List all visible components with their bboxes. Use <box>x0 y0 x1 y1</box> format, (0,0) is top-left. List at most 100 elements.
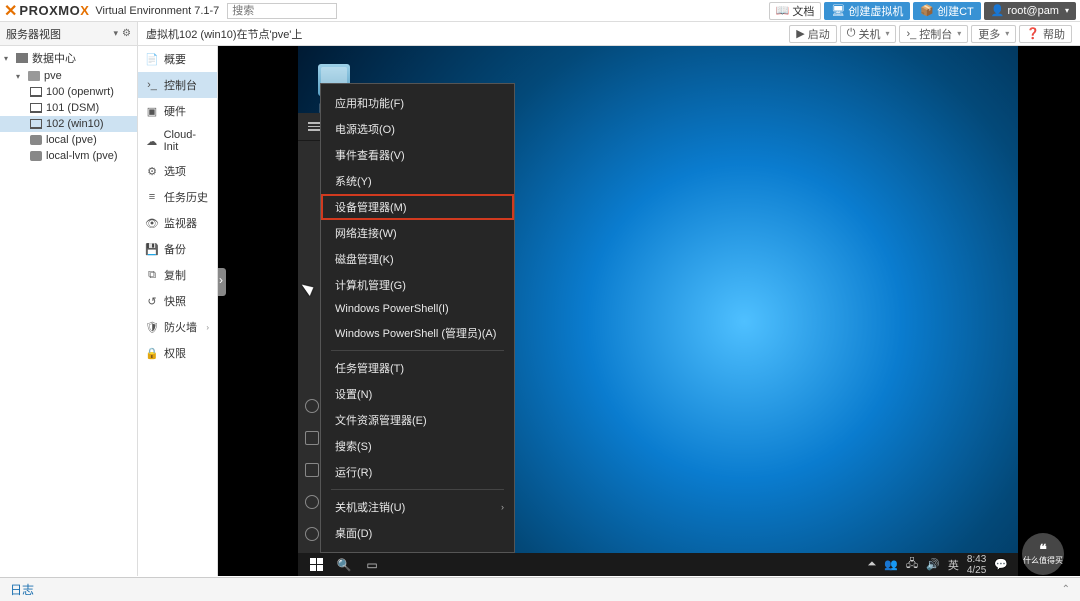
network-icon[interactable]: 🖧 <box>906 555 918 574</box>
gear-icon: ⚙ <box>122 28 131 39</box>
ctx-settings[interactable]: 设置(N) <box>321 381 514 407</box>
submenu-options[interactable]: ⚙选项 <box>138 158 217 184</box>
taskbar-search[interactable]: 🔍 <box>330 553 358 576</box>
vm-submenu: 📄概要 ›_控制台 ▣硬件 ☁Cloud-Init ⚙选项 ≡任务历史 👁监视器… <box>138 46 218 576</box>
chevron-down-icon: ▾ <box>114 28 119 39</box>
search-icon: 🔍 <box>337 558 352 572</box>
ctx-search[interactable]: 搜索(S) <box>321 433 514 459</box>
ctx-run[interactable]: 运行(R) <box>321 459 514 485</box>
start-button[interactable] <box>302 553 330 576</box>
view-selector[interactable]: 服务器视图▾⚙ <box>0 22 138 45</box>
breadcrumb: 虚拟机102 (win10)在节点'pve'上 <box>146 26 302 42</box>
ctx-power-options[interactable]: 电源选项(O) <box>321 116 514 142</box>
tree-storage-local-lvm[interactable]: local-lvm (pve) <box>0 148 137 164</box>
taskbar-clock[interactable]: 8:43 4/25 <box>967 554 986 576</box>
ctx-task-manager[interactable]: 任务管理器(T) <box>321 355 514 381</box>
top-header: ✕ PROXMOX Virtual Environment 7.1-7 📖文档 … <box>0 0 1080 22</box>
winx-context-menu: 应用和功能(F) 电源选项(O) 事件查看器(V) 系统(Y) 设备管理器(M)… <box>320 83 515 553</box>
resource-tree: ▾数据中心 ▾pve 100 (openwrt) 101 (DSM) 102 (… <box>0 46 138 576</box>
submenu-replication[interactable]: ⧉复制 <box>138 262 217 288</box>
save-icon: 💾 <box>146 243 158 255</box>
console-button[interactable]: ›_控制台▾ <box>899 25 968 43</box>
menu-separator <box>331 489 504 490</box>
notification-icon[interactable]: 💬 <box>994 558 1008 571</box>
ctx-system[interactable]: 系统(Y) <box>321 168 514 194</box>
pictures-icon[interactable] <box>305 463 319 477</box>
ctx-event-viewer[interactable]: 事件查看器(V) <box>321 142 514 168</box>
ctx-computer-management[interactable]: 计算机管理(G) <box>321 272 514 298</box>
ctx-apps-features[interactable]: 应用和功能(F) <box>321 90 514 116</box>
user-icon[interactable] <box>305 399 319 413</box>
submenu-summary[interactable]: 📄概要 <box>138 46 217 72</box>
ctx-desktop[interactable]: 桌面(D) <box>321 520 514 546</box>
tray-chevron-icon[interactable]: ⏶ <box>867 558 876 571</box>
main-area: ▾数据中心 ▾pve 100 (openwrt) 101 (DSM) 102 (… <box>0 46 1080 576</box>
tree-vm-102[interactable]: 102 (win10) <box>0 116 137 132</box>
ctx-disk-management[interactable]: 磁盘管理(K) <box>321 246 514 272</box>
hamburger-icon[interactable] <box>308 122 320 131</box>
ctx-powershell-admin[interactable]: Windows PowerShell (管理员)(A) <box>321 320 514 346</box>
submenu-hardware[interactable]: ▣硬件 <box>138 98 217 124</box>
note-icon: 📄 <box>146 53 158 65</box>
ctx-powershell[interactable]: Windows PowerShell(I) <box>321 298 514 320</box>
tree-datacenter[interactable]: ▾数据中心 <box>0 48 137 68</box>
more-button[interactable]: 更多▾ <box>971 25 1016 43</box>
ime-indicator[interactable]: 英 <box>948 557 959 573</box>
tree-vm-100[interactable]: 100 (openwrt) <box>0 84 137 100</box>
documents-icon[interactable] <box>305 431 319 445</box>
submenu-snapshot[interactable]: ↺快照 <box>138 288 217 314</box>
breadcrumb-bar: 虚拟机102 (win10)在节点'pve'上 ▶启动 ⏻关机▾ ›_控制台▾ … <box>138 22 1080 45</box>
disk-icon <box>30 135 42 145</box>
create-vm-button[interactable]: 🖥创建虚拟机 <box>824 2 910 20</box>
vm-console[interactable]: 回收站 S 应用和功能(F) 电源选项( <box>218 46 1080 576</box>
log-bar[interactable]: 日志 ⌃ <box>0 577 1080 601</box>
quote-icon: ❝ <box>1039 542 1047 557</box>
server-icon <box>28 71 40 81</box>
ctx-device-manager[interactable]: 设备管理器(M) <box>321 194 514 220</box>
log-label: 日志 <box>10 581 34 598</box>
tree-vm-101[interactable]: 101 (DSM) <box>0 100 137 116</box>
create-ct-button[interactable]: 📦创建CT <box>913 2 980 20</box>
tree-storage-local[interactable]: local (pve) <box>0 132 137 148</box>
monitor-icon <box>30 103 42 113</box>
collapse-handle[interactable] <box>218 268 226 296</box>
terminal-icon: ›_ <box>906 28 916 40</box>
ctx-file-explorer[interactable]: 文件资源管理器(E) <box>321 407 514 433</box>
env-version: Virtual Environment 7.1-7 <box>95 5 219 17</box>
search-input[interactable] <box>227 3 337 19</box>
monitor-icon <box>30 119 42 129</box>
settings-icon[interactable] <box>305 495 319 509</box>
chevron-right-icon: › <box>501 502 504 512</box>
user-menu[interactable]: 👤root@pam▾ <box>984 2 1076 20</box>
help-button[interactable]: ❓帮助 <box>1019 25 1072 43</box>
submenu-backup[interactable]: 💾备份 <box>138 236 217 262</box>
submenu-task-history[interactable]: ≡任务历史 <box>138 184 217 210</box>
vm-desktop[interactable]: 回收站 S 应用和功能(F) 电源选项( <box>298 46 1018 576</box>
power-icon: ⏻ <box>847 27 856 40</box>
monitor-icon <box>30 87 42 97</box>
tree-node-pve[interactable]: ▾pve <box>0 68 137 84</box>
user-icon: 👤 <box>991 4 1005 17</box>
ctx-network-connections[interactable]: 网络连接(W) <box>321 220 514 246</box>
watermark-badge: ❝ 什么值得买 <box>1022 533 1064 575</box>
volume-icon[interactable]: 🔊 <box>926 558 940 571</box>
power-icon[interactable] <box>305 527 319 541</box>
list-icon: ≡ <box>146 191 158 203</box>
taskbar-taskview[interactable]: ▭ <box>358 553 386 576</box>
monitor-icon: 🖥 <box>831 4 845 17</box>
start-button[interactable]: ▶启动 <box>789 25 836 43</box>
windows-taskbar[interactable]: 🔍 ▭ ⏶ 👥 🖧 🔊 英 8:43 4/25 💬 <box>298 553 1018 576</box>
submenu-permissions[interactable]: 🔒权限 <box>138 340 217 366</box>
ctx-shutdown-signout[interactable]: 关机或注销(U)› <box>321 494 514 520</box>
logo-x-icon: ✕ <box>4 1 17 21</box>
shutdown-button[interactable]: ⏻关机▾ <box>840 25 897 43</box>
people-icon[interactable]: 👥 <box>884 558 898 571</box>
windows-logo-icon <box>310 558 323 571</box>
submenu-cloudinit[interactable]: ☁Cloud-Init <box>138 124 217 158</box>
play-icon: ▶ <box>796 27 804 40</box>
submenu-monitor[interactable]: 👁监视器 <box>138 210 217 236</box>
submenu-firewall[interactable]: 🛡防火墙› <box>138 314 217 340</box>
docs-button[interactable]: 📖文档 <box>769 2 822 20</box>
logo-text: PROXMOX <box>19 3 89 18</box>
submenu-console[interactable]: ›_控制台 <box>138 72 217 98</box>
